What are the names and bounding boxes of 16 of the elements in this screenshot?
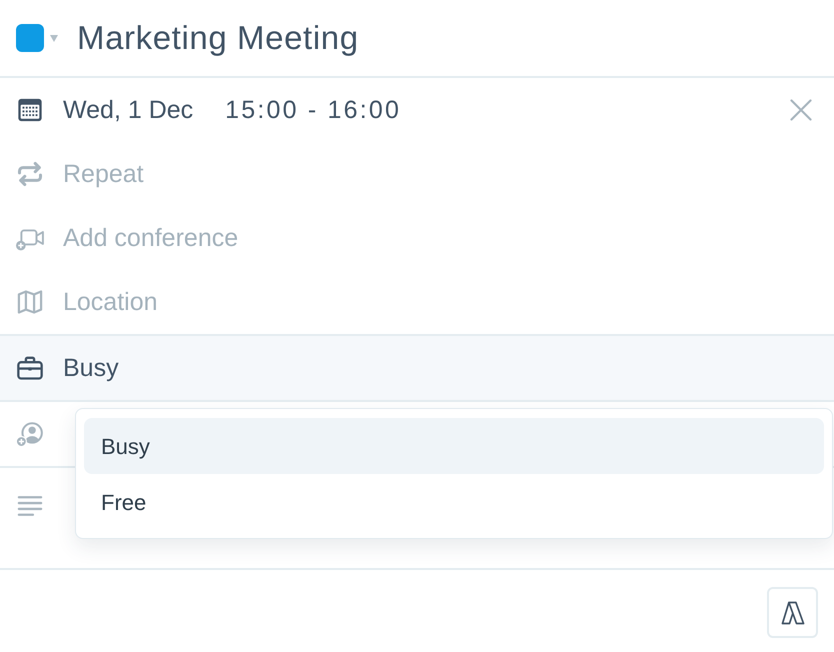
color-swatch-icon[interactable] [16, 24, 44, 52]
map-icon [16, 288, 44, 316]
time-range-text[interactable]: 15:00 - 16:00 [225, 94, 402, 126]
peak-logo-button[interactable] [767, 587, 818, 638]
briefcase-icon [16, 354, 44, 382]
calendar-icon [16, 96, 44, 124]
menu-item[interactable]: Busy [84, 418, 824, 474]
close-icon[interactable] [790, 99, 812, 121]
repeat-icon [16, 160, 44, 188]
menu-item[interactable]: Free [84, 474, 824, 530]
date-text[interactable]: Wed, 1 Dec [63, 94, 194, 126]
event-title[interactable]: Marketing Meeting [77, 18, 359, 58]
availability-select[interactable]: Busy [0, 336, 834, 400]
peak-icon [778, 598, 806, 626]
caret-icon[interactable] [50, 34, 58, 42]
person-plus-icon [16, 420, 44, 448]
